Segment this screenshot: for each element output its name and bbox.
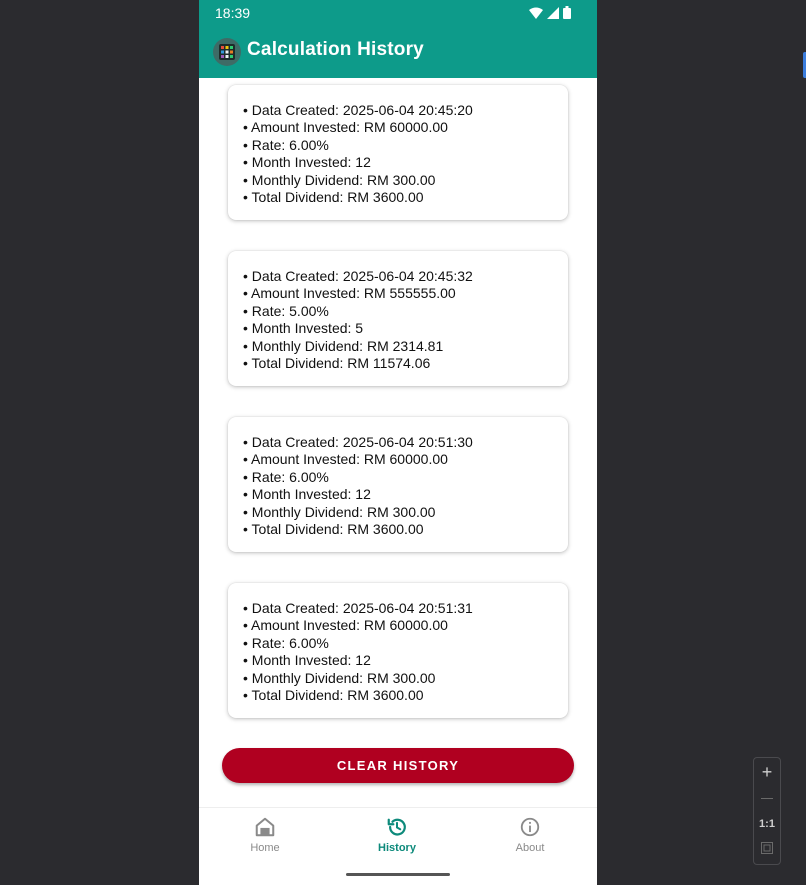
page-title: Calculation History — [247, 39, 424, 60]
rate: • Rate: 6.00% — [243, 634, 329, 651]
nav-history[interactable]: History — [347, 816, 447, 864]
history-card: • Data Created: 2025-06-04 20:51:30 • Am… — [228, 417, 568, 552]
monthly-dividend: • Monthly Dividend: RM 300.00 — [243, 669, 436, 686]
month-invested: • Month Invested: 5 — [243, 320, 364, 337]
wifi-icon — [529, 7, 543, 19]
monthly-dividend: • Monthly Dividend: RM 2314.81 — [243, 337, 444, 354]
nav-about-label: About — [515, 842, 545, 854]
bottom-navigation: Home History About — [199, 807, 597, 885]
data-created: • Data Created: 2025-06-04 20:51:31 — [243, 600, 473, 616]
status-icons — [529, 6, 571, 19]
history-card: • Data Created: 2025-06-04 20:45:32 • Am… — [228, 251, 568, 386]
history-card: • Data Created: 2025-06-04 20:51:31 • Am… — [228, 583, 568, 718]
total-dividend: • Total Dividend: RM 11574.06 — [243, 355, 431, 372]
clear-history-button[interactable]: CLEAR HISTORY — [222, 748, 574, 783]
amount-invested: • Amount Invested: RM 60000.00 — [243, 451, 448, 468]
data-created: • Data Created: 2025-06-04 20:45:32 — [243, 268, 473, 284]
calculator-icon — [213, 38, 241, 66]
history-icon — [387, 818, 406, 836]
gesture-home-indicator[interactable] — [346, 873, 450, 876]
month-invested: • Month Invested: 12 — [243, 652, 371, 669]
home-icon — [255, 817, 275, 837]
phone-screen: 18:39 Calculation History • Data Created… — [199, 0, 597, 885]
status-time: 18:39 — [215, 5, 251, 21]
nav-about[interactable]: About — [480, 816, 580, 864]
info-icon — [520, 817, 540, 837]
amount-invested: • Amount Invested: RM 555555.00 — [243, 285, 456, 302]
fit-screen-icon[interactable] — [754, 842, 780, 857]
signal-icon — [547, 6, 559, 19]
amount-invested: • Amount Invested: RM 60000.00 — [243, 119, 448, 136]
rate: • Rate: 6.00% — [243, 468, 329, 485]
history-card: • Data Created: 2025-06-04 20:45:20 • Am… — [228, 85, 568, 220]
monthly-dividend: • Monthly Dividend: RM 300.00 — [243, 503, 436, 520]
month-invested: • Month Invested: 12 — [243, 154, 371, 171]
status-bar: 18:39 — [199, 0, 597, 26]
rate: • Rate: 6.00% — [243, 136, 329, 153]
amount-invested: • Amount Invested: RM 60000.00 — [243, 617, 448, 634]
battery-icon — [563, 6, 571, 19]
month-invested: • Month Invested: 12 — [243, 486, 371, 503]
zoom-controls: + 1:1 — [753, 757, 781, 865]
total-dividend: • Total Dividend: RM 3600.00 — [243, 521, 424, 538]
rate: • Rate: 5.00% — [243, 302, 329, 319]
history-list[interactable]: • Data Created: 2025-06-04 20:45:20 • Am… — [199, 78, 597, 806]
app-bar: Calculation History — [199, 26, 597, 78]
monthly-dividend: • Monthly Dividend: RM 300.00 — [243, 171, 436, 188]
zoom-in-icon[interactable]: + — [754, 762, 780, 783]
zoom-out-icon[interactable] — [754, 792, 780, 804]
nav-home-label: Home — [250, 842, 280, 854]
nav-home[interactable]: Home — [215, 816, 315, 864]
zoom-actual-size-button[interactable]: 1:1 — [754, 818, 780, 830]
total-dividend: • Total Dividend: RM 3600.00 — [243, 687, 424, 704]
data-created: • Data Created: 2025-06-04 20:51:30 — [243, 434, 473, 450]
total-dividend: • Total Dividend: RM 3600.00 — [243, 189, 424, 206]
data-created: • Data Created: 2025-06-04 20:45:20 — [243, 102, 473, 118]
nav-history-label: History — [378, 842, 416, 854]
